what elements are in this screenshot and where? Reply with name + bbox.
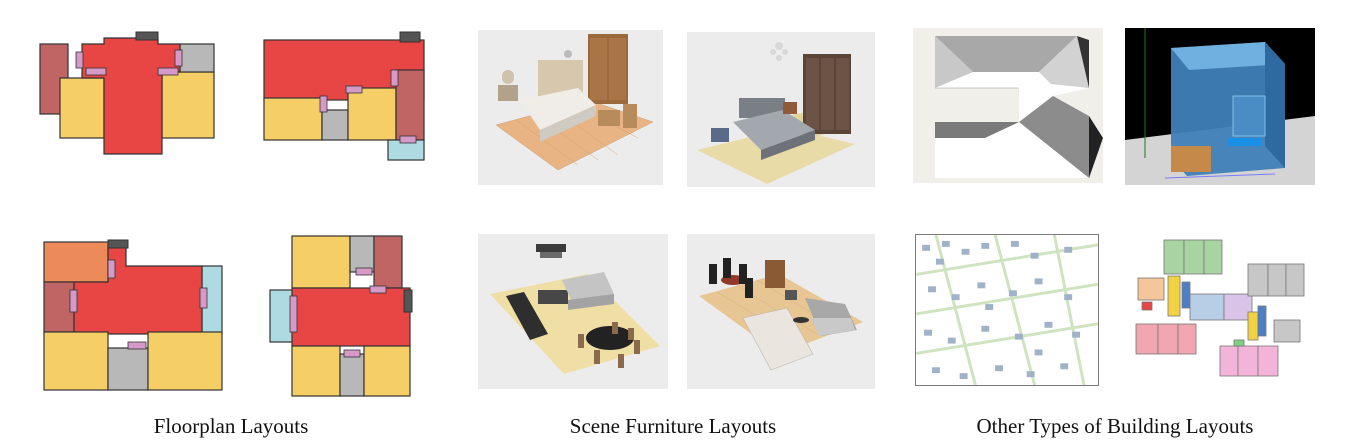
living-scene-2 xyxy=(687,234,875,389)
caption-floorplan-layouts: Floorplan Layouts xyxy=(153,414,309,438)
caption-other-building-layouts: Other Types of Building Layouts xyxy=(976,414,1254,438)
floorplan-4 xyxy=(266,232,416,400)
building-massing xyxy=(1125,28,1315,185)
bedroom-scene-1 xyxy=(478,30,663,185)
city-block-map xyxy=(915,234,1099,386)
caption-scene-furniture-layouts: Scene Furniture Layouts xyxy=(569,414,777,438)
office-floorplan xyxy=(1130,236,1310,386)
living-scene-1 xyxy=(478,234,668,389)
bedroom-scene-2 xyxy=(687,32,875,187)
roof-model xyxy=(913,28,1103,183)
floorplan-2 xyxy=(260,28,430,163)
floorplan-1 xyxy=(38,28,218,158)
floorplan-3 xyxy=(40,236,225,396)
